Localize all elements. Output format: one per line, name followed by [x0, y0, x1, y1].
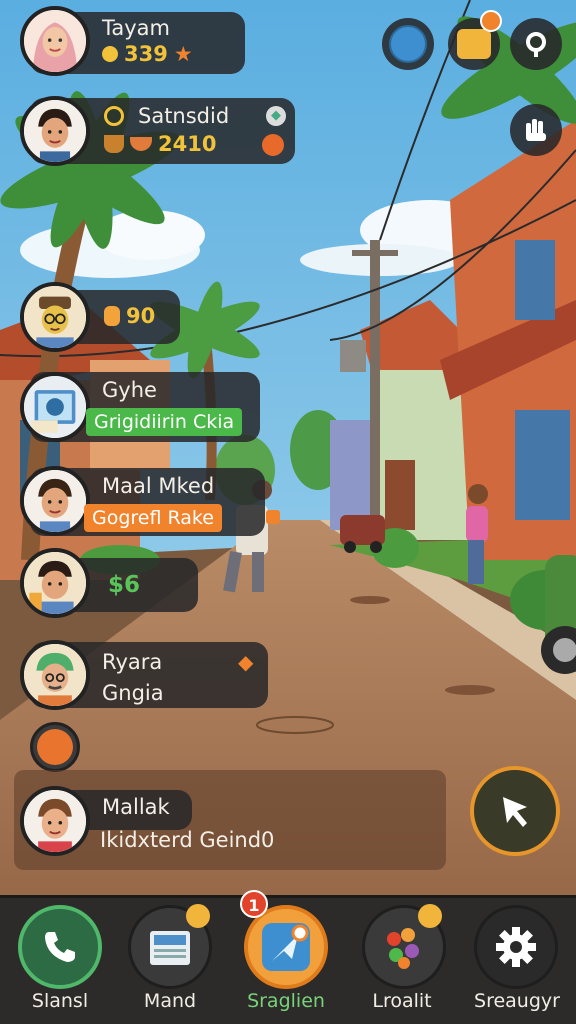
player-stat: 90	[104, 304, 155, 328]
stat-value: 90	[126, 304, 156, 328]
nav-settings-label: Sreaugyr	[474, 990, 560, 1012]
arrow-pointer-icon	[503, 797, 527, 827]
player-name: Ryara	[102, 650, 163, 674]
nav-news-label: Mand	[143, 990, 197, 1012]
status-badge: Gogrefl Rake	[84, 504, 222, 532]
player-avatar[interactable]	[20, 282, 90, 352]
nav-settings-button[interactable]	[474, 905, 558, 989]
navigate-action-button[interactable]	[470, 766, 560, 856]
profile-button[interactable]	[382, 18, 434, 70]
stat-value: 339	[124, 42, 168, 66]
player-name: Mallak	[102, 795, 170, 819]
notification-dot-icon	[480, 10, 502, 32]
diamond-icon: ◆	[266, 106, 286, 126]
stat-value: 2410	[158, 132, 217, 156]
player-name: Tayam	[102, 16, 170, 40]
hand-icon	[526, 119, 546, 141]
cash-value: $6	[108, 572, 141, 598]
nav-candy-label: Lroalit	[372, 990, 432, 1012]
pineapple-icon	[104, 306, 120, 326]
search-icon	[526, 32, 546, 57]
player-avatar[interactable]	[20, 786, 90, 856]
candy-icon: ◆	[238, 650, 254, 674]
coin-stack-icon	[457, 29, 491, 59]
player-name: Satnsdid	[138, 104, 230, 128]
notification-badge: 1	[240, 890, 268, 918]
player-stat: 2410	[104, 132, 216, 156]
face-icon	[37, 729, 73, 765]
player-avatar[interactable]	[20, 466, 90, 536]
candy-icon	[387, 928, 419, 969]
news-badge-icon	[186, 904, 210, 928]
player-avatar[interactable]	[20, 372, 90, 442]
status-badge: Grigidiirin Ckia	[86, 408, 243, 436]
player-subtitle: Gngia	[102, 681, 164, 705]
candy-badge-icon	[418, 904, 442, 928]
player-avatar[interactable]	[20, 96, 90, 166]
phone-icon	[45, 932, 75, 962]
inventory-button[interactable]	[510, 104, 562, 156]
fruit-icon	[262, 134, 284, 156]
newspaper-icon	[150, 931, 190, 965]
coin-icon	[102, 46, 118, 62]
map-icon	[262, 923, 310, 971]
nav-map-label: Sraglien	[247, 990, 325, 1012]
edit-icon	[266, 510, 280, 524]
player-stat: $6	[108, 572, 140, 598]
player-stat: 339 ★	[102, 42, 193, 66]
player-subtitle: Ikidxterd Geind0	[100, 828, 275, 852]
search-button[interactable]	[510, 18, 562, 70]
player-name: Maal Mked	[102, 474, 215, 498]
pot-icon	[104, 135, 124, 153]
nav-phone-label: Slansl	[31, 990, 89, 1012]
profile-face-icon	[389, 25, 427, 63]
gear-icon	[496, 927, 536, 967]
player-avatar[interactable]	[20, 6, 90, 76]
star-icon: ★	[173, 42, 193, 66]
player-avatar[interactable]	[20, 548, 90, 618]
target-icon	[104, 106, 124, 126]
small-avatar-button[interactable]	[30, 722, 80, 772]
nav-phone-button[interactable]	[18, 905, 102, 989]
player-name: Gyhe	[102, 378, 157, 402]
bowl-icon	[130, 137, 152, 151]
player-avatar[interactable]	[20, 640, 90, 710]
